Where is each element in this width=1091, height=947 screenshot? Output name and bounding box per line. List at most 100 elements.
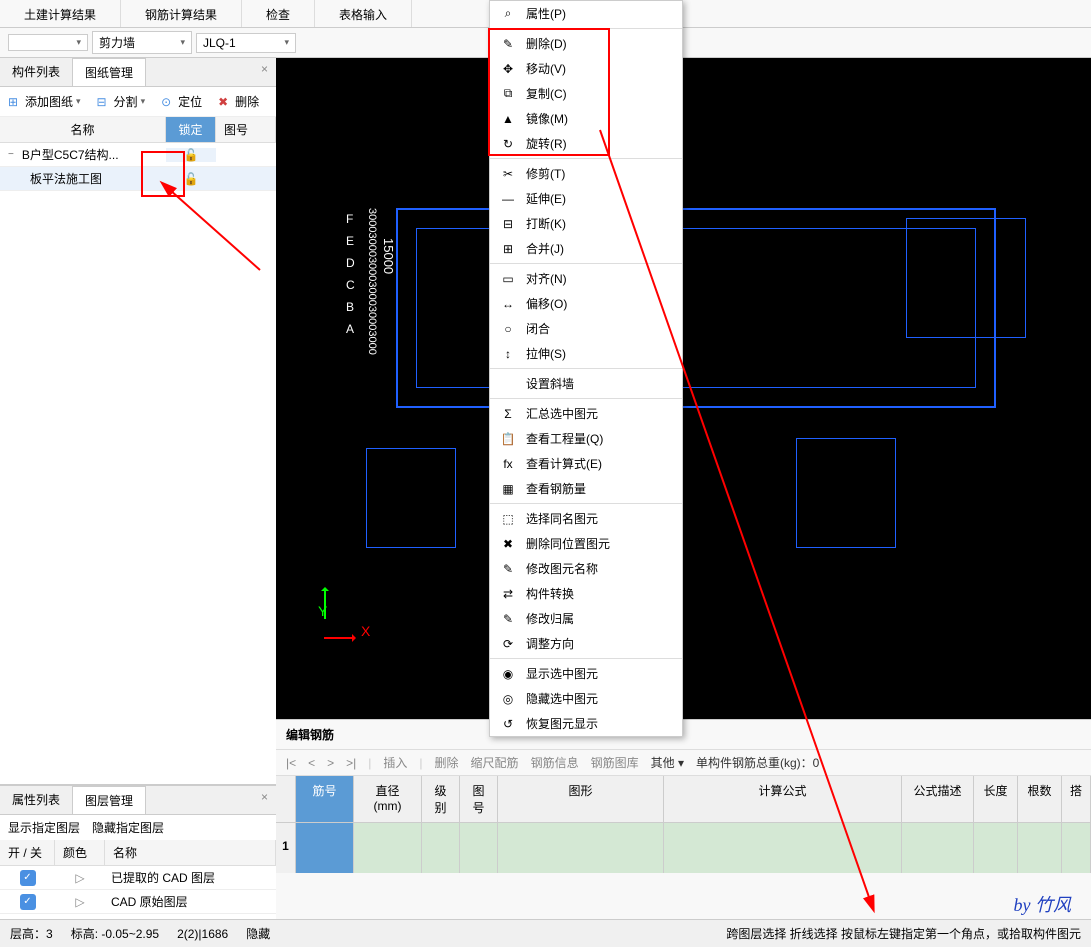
tab-properties[interactable]: 属性列表 [0,786,72,814]
tab-table-input[interactable]: 表格输入 [315,0,412,27]
menu-icon: ↻ [500,136,516,152]
status-hint: 跨图层选择 折线选择 按鼠标左键指定第一个角点，或拾取构件图元 [726,925,1081,942]
tree-row[interactable]: 板平法施工图 🔓 [0,167,276,191]
rebar-toolbar: |< < > >| | 插入 | 删除 缩尺配筋 钢筋信息 钢筋图库 其他 ▾ … [276,750,1091,776]
menu-item[interactable]: ✎删除(D) [490,31,682,56]
tab-drawing-manage[interactable]: 图纸管理 [72,58,146,86]
menu-item[interactable]: ▲镜像(M) [490,106,682,131]
menu-item[interactable]: ⧉复制(C) [490,81,682,106]
scale-button[interactable]: 缩尺配筋 [471,754,519,771]
tab-component-list[interactable]: 构件列表 [0,58,72,86]
layer-row[interactable]: ✓ ▷ CAD 原始图层 [0,890,276,914]
rebar-info-button[interactable]: 钢筋信息 [531,754,579,771]
insert-button[interactable]: 插入 [383,754,407,771]
dropdown-wall-type[interactable]: 剪力墙▾ [92,31,192,54]
col-name: 名称 [0,117,166,142]
menu-item[interactable]: ▭对齐(N) [490,266,682,291]
rebar-table-header: 筋号 直径(mm) 级别 图号 图形 计算公式 公式描述 长度 根数 搭 [276,776,1091,823]
layer-header: 开 / 关 颜色 名称 [0,840,276,866]
checkbox-icon[interactable]: ✓ [20,894,36,910]
lock-icon[interactable]: 🔓 [184,172,199,186]
rebar-table-row[interactable]: 1 [276,823,1091,873]
menu-item[interactable]: ◎隐藏选中图元 [490,686,682,711]
dropdown-component[interactable]: JLQ-1▾ [196,33,296,53]
other-dropdown[interactable]: 其他 ▾ [651,754,684,771]
rebar-lib-button[interactable]: 钢筋图库 [591,754,639,771]
hide-layer-button[interactable]: 隐藏指定图层 [92,819,164,836]
drawing-tabs: 构件列表 图纸管理 × [0,58,276,87]
menu-item[interactable]: 设置斜墙 [490,371,682,396]
checkbox-icon[interactable]: ✓ [20,870,36,886]
menu-icon: ✥ [500,61,516,77]
menu-icon: ⬚ [500,511,516,527]
menu-item[interactable]: ⇄构件转换 [490,581,682,606]
close-icon[interactable]: × [257,790,272,804]
status-bar: 层高：3 标高: -0.05~2.95 2(2)|1686 隐藏 跨图层选择 折… [0,919,1091,947]
tree-row[interactable]: −B户型C5C7结构... 🔓 [0,143,276,167]
expand-icon[interactable]: ▷ [75,895,84,909]
menu-item[interactable]: ⊟打断(K) [490,211,682,236]
delete-drawing-button[interactable]: ✖删除 [214,91,263,112]
layer-row[interactable]: ✓ ▷ 已提取的 CAD 图层 [0,866,276,890]
layer-toolbar: 显示指定图层 隐藏指定图层 [0,815,276,840]
tab-civil[interactable]: 土建计算结果 [0,0,121,27]
menu-icon: ↺ [500,716,516,732]
chevron-down-icon: ▾ [284,37,289,48]
menu-icon: ○ [500,321,516,337]
tab-rebar[interactable]: 钢筋计算结果 [121,0,242,27]
menu-item[interactable]: ⟳调整方向 [490,631,682,656]
expand-icon[interactable]: − [4,149,18,160]
nav-next-button[interactable]: > [327,756,334,770]
delete-icon: ✖ [218,95,232,109]
menu-icon: ⌕ [500,6,516,22]
show-layer-button[interactable]: 显示指定图层 [8,819,80,836]
lock-icon[interactable]: 🔓 [184,148,199,162]
menu-item[interactable]: ✎修改图元名称 [490,556,682,581]
tab-layer-manage[interactable]: 图层管理 [72,786,146,814]
split-button[interactable]: ⊟分割▾ [93,91,150,112]
hide-label: 隐藏 [246,925,270,942]
signature: by 竹风 [1014,891,1072,917]
context-menu: ⌕属性(P) ✎删除(D)✥移动(V)⧉复制(C)▲镜像(M)↻旋转(R) ✂修剪(… [489,0,683,737]
menu-item[interactable]: ▦查看钢筋量 [490,476,682,501]
menu-item[interactable]: Σ汇总选中图元 [490,401,682,426]
menu-icon: ⇄ [500,586,516,602]
add-drawing-button[interactable]: ⊞添加图纸▾ [4,91,85,112]
col-lock[interactable]: 锁定 [166,117,216,142]
right-area: FED CBA 300030003000300030003000 15000 Y… [276,58,1091,919]
menu-icon: ↕ [500,346,516,362]
menu-item[interactable]: ◉显示选中图元 [490,661,682,686]
menu-item[interactable]: ↕拉伸(S) [490,341,682,366]
menu-item[interactable]: ✎修改归属 [490,606,682,631]
expand-icon[interactable]: ▷ [75,871,84,885]
menu-item[interactable]: ⊞合并(J) [490,236,682,261]
menu-item[interactable]: ○闭合 [490,316,682,341]
menu-item[interactable]: 📋查看工程量(Q) [490,426,682,451]
chevron-down-icon: ▾ [76,37,81,48]
menu-item[interactable]: —延伸(E) [490,186,682,211]
cad-canvas[interactable]: FED CBA 300030003000300030003000 15000 Y… [276,58,1091,719]
close-icon[interactable]: × [257,62,272,76]
tab-check[interactable]: 检查 [242,0,315,27]
menu-item[interactable]: ✖删除同位置图元 [490,531,682,556]
menu-icon: ✎ [500,561,516,577]
menu-item[interactable]: ↺恢复图元显示 [490,711,682,736]
menu-item[interactable]: ⌕属性(P) [490,1,682,26]
locate-button[interactable]: ⊙定位 [157,91,206,112]
nav-prev-button[interactable]: < [308,756,315,770]
menu-item[interactable]: ✥移动(V) [490,56,682,81]
col-toggle: 开 / 关 [0,840,55,865]
nav-last-button[interactable]: >| [346,756,356,770]
menu-item[interactable]: fx查看计算式(E) [490,451,682,476]
menu-item[interactable]: ⬚选择同名图元 [490,506,682,531]
menu-item[interactable]: ↻旋转(R) [490,131,682,156]
split-icon: ⊟ [97,95,111,109]
menu-item[interactable]: ↔偏移(O) [490,291,682,316]
menu-item[interactable]: ✂修剪(T) [490,161,682,186]
dropdown-1[interactable]: ▾ [8,34,88,51]
menu-icon: ◉ [500,666,516,682]
menu-icon: Σ [500,406,516,422]
drawing-toolbar: ⊞添加图纸▾ ⊟分割▾ ⊙定位 ✖删除 [0,87,276,117]
delete-button[interactable]: 删除 [435,754,459,771]
nav-first-button[interactable]: |< [286,756,296,770]
